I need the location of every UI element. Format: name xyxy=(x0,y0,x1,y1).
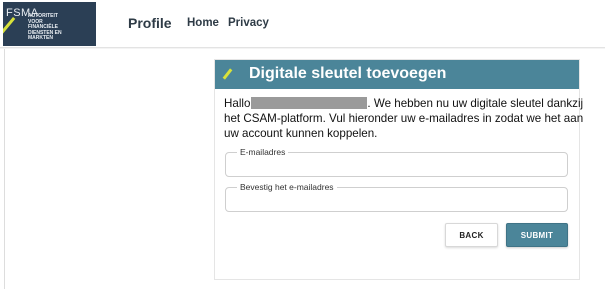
add-digital-key-card: Digitale sleutel toevoegen Hallo. We heb… xyxy=(214,59,583,280)
pencil-icon xyxy=(222,68,233,80)
card-title: Digitale sleutel toevoegen xyxy=(249,65,447,82)
intro-greeting: Hallo xyxy=(224,97,251,110)
logo-slash-icon xyxy=(3,17,16,41)
nav-privacy-link[interactable]: Privacy xyxy=(228,17,269,29)
submit-button[interactable]: SUBMIT xyxy=(506,223,568,247)
top-header: FSMA AUTORITEIT VOOR FINANCIËLE DIENSTEN… xyxy=(0,0,605,48)
back-button[interactable]: BACK xyxy=(445,223,498,247)
fsma-logo[interactable]: FSMA AUTORITEIT VOOR FINANCIËLE DIENSTEN… xyxy=(3,2,96,46)
intro-text: Hallo. We hebben nu uw digitale sleutel … xyxy=(224,96,584,141)
content-divider xyxy=(4,49,5,289)
nav-home-link[interactable]: Home xyxy=(187,17,219,29)
logo-subtitle-line: MARKTEN xyxy=(28,35,53,42)
email-field-label: E-mailadres xyxy=(237,147,289,157)
logo-subtitle: AUTORITEIT VOOR FINANCIËLE DIENSTEN EN M… xyxy=(28,13,62,42)
brand-profile-link[interactable]: Profile xyxy=(128,15,172,31)
card-header: Digitale sleutel toevoegen xyxy=(215,60,579,89)
confirm-email-field-label: Bevestig het e-mailadres xyxy=(237,182,337,192)
redacted-name xyxy=(251,97,368,109)
